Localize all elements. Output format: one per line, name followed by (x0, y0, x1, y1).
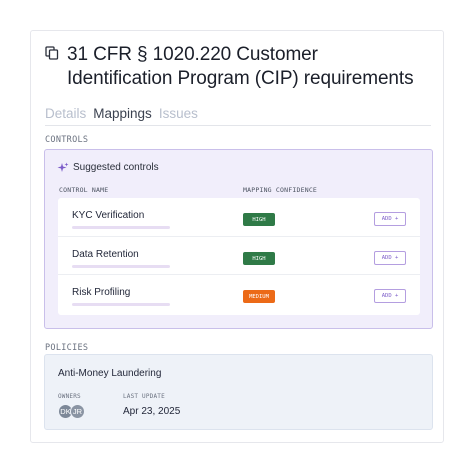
tab-bar: Details Mappings Issues (45, 106, 431, 126)
confidence-badge: MEDIUM (243, 290, 275, 303)
tab-details[interactable]: Details (45, 106, 86, 125)
control-name-underline (72, 265, 170, 268)
controls-list: KYC Verification HIGH ADD + Data Retenti… (58, 198, 420, 315)
tab-issues[interactable]: Issues (159, 106, 198, 125)
suggested-controls-panel: Suggested controls CONTROL NAME MAPPING … (44, 149, 433, 329)
requirement-card: 31 CFR § 1020.220 Customer Identificatio… (30, 30, 444, 443)
controls-section-label: CONTROLS (45, 135, 89, 145)
owners-label: OWNERS (58, 393, 81, 400)
sparkle-icon (57, 161, 69, 173)
control-name: Risk Profiling (72, 287, 131, 298)
page-title: 31 CFR § 1020.220 Customer Identificatio… (67, 44, 414, 89)
last-update-date: Apr 23, 2025 (123, 406, 181, 417)
control-row: Risk Profiling MEDIUM ADD + (58, 274, 420, 311)
control-row: KYC Verification HIGH ADD + (58, 198, 420, 235)
control-name-underline (72, 303, 170, 306)
confidence-badge: HIGH (243, 252, 275, 265)
add-control-button[interactable]: ADD + (374, 212, 406, 226)
tab-mappings[interactable]: Mappings (93, 106, 152, 125)
policy-name: Anti-Money Laundering (58, 368, 162, 379)
avatar: JR (70, 404, 85, 419)
control-row: Data Retention HIGH ADD + (58, 236, 420, 273)
column-header-mapping-confidence: MAPPING CONFIDENCE (243, 186, 318, 194)
suggested-controls-title: Suggested controls (73, 162, 159, 173)
column-header-control-name: CONTROL NAME (59, 186, 109, 194)
copy-icon[interactable] (45, 46, 63, 68)
last-update-label: LAST UPDATE (123, 393, 165, 400)
control-name: Data Retention (72, 249, 139, 260)
add-control-button[interactable]: ADD + (374, 251, 406, 265)
policy-card[interactable]: Anti-Money Laundering OWNERS LAST UPDATE… (44, 354, 433, 430)
control-name-underline (72, 226, 170, 229)
add-control-button[interactable]: ADD + (374, 289, 406, 303)
control-name: KYC Verification (72, 210, 145, 221)
confidence-badge: HIGH (243, 213, 275, 226)
policies-section-label: POLICIES (45, 343, 89, 353)
title-row: 31 CFR § 1020.220 Customer Identificatio… (45, 43, 425, 91)
